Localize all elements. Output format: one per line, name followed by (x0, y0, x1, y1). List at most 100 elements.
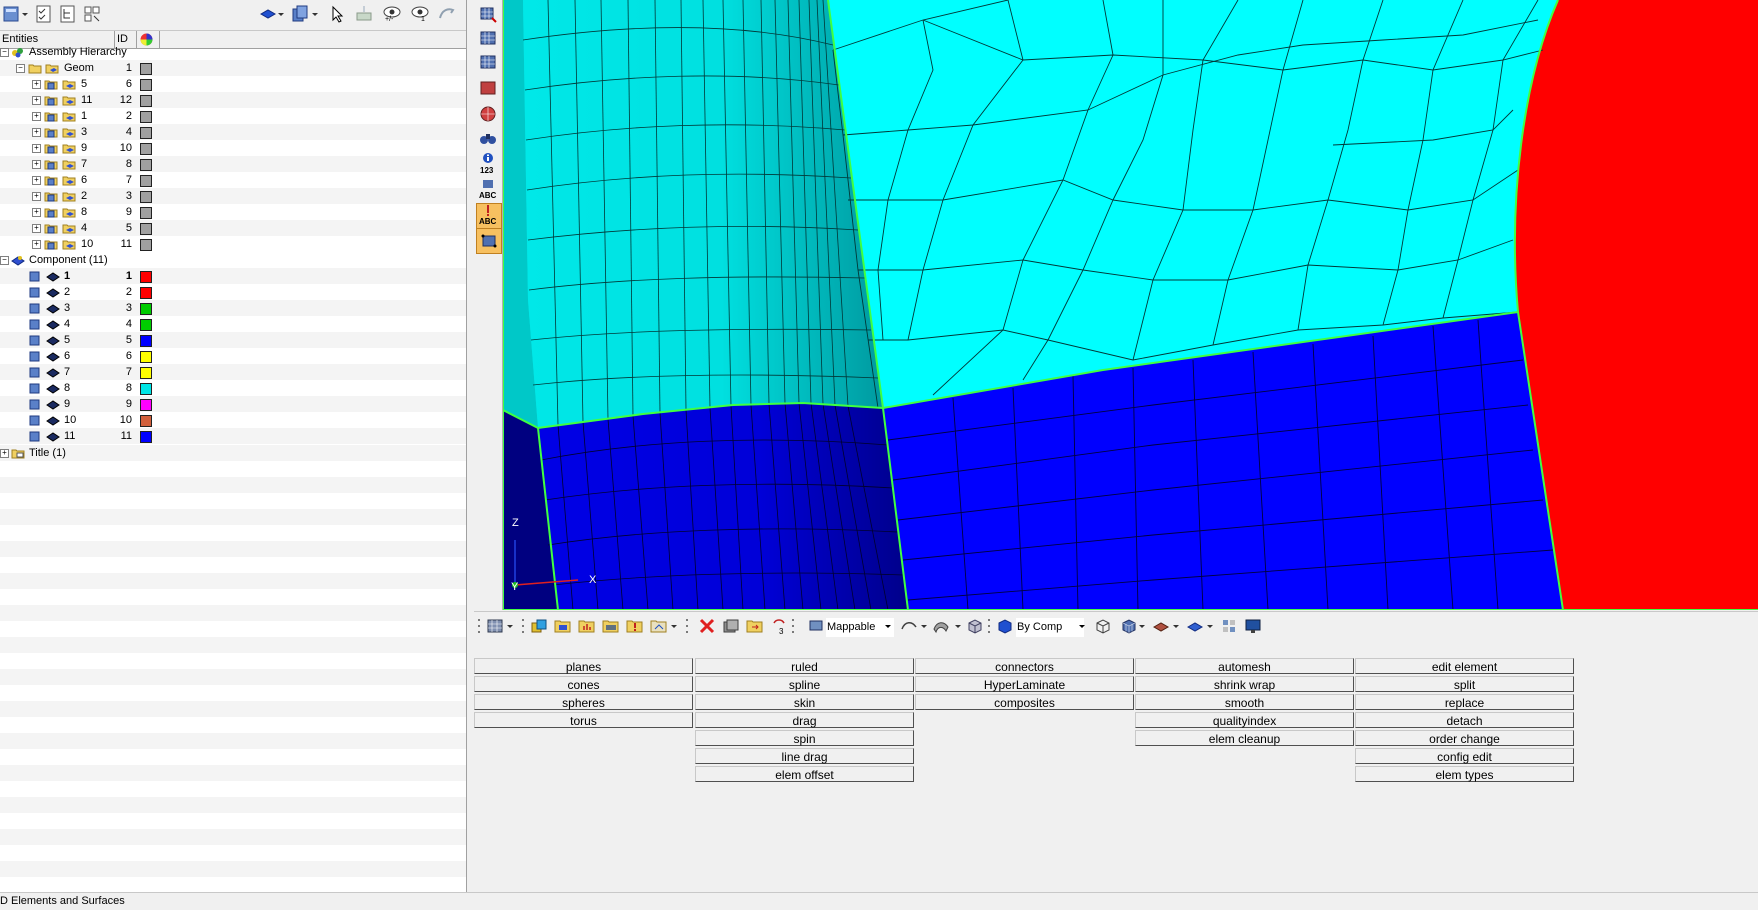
tree-row-geom-child[interactable]: +1 2 (0, 108, 466, 124)
menu-button-smooth[interactable]: smooth (1135, 694, 1354, 710)
color-swatch[interactable] (140, 383, 152, 395)
folder-axis-icon[interactable] (650, 617, 668, 635)
expand-toggle[interactable]: + (32, 176, 41, 185)
tree-row-component-item[interactable]: 11 (0, 268, 466, 284)
color-swatch[interactable] (140, 63, 152, 75)
mesh-grid-icon[interactable] (486, 617, 504, 635)
tree-row-geom-child[interactable]: +6 7 (0, 172, 466, 188)
collapse-toggle[interactable]: − (0, 256, 9, 265)
chevron-down-icon[interactable] (954, 617, 962, 635)
color-swatch[interactable] (140, 303, 152, 315)
assembly-icon[interactable] (290, 4, 310, 24)
menu-button-connectors[interactable]: connectors (915, 658, 1134, 674)
menu-button-hyperlaminate[interactable]: HyperLaminate (915, 676, 1134, 692)
tree-row-title[interactable]: + Title (1) (0, 445, 466, 461)
menu-button-edit-element[interactable]: edit element (1355, 658, 1574, 674)
expand-toggle[interactable]: + (32, 240, 41, 249)
tree-row-component-item[interactable]: 99 (0, 396, 466, 412)
tree-row-geom-child[interactable]: +10 11 (0, 236, 466, 252)
color-swatch[interactable] (140, 367, 152, 379)
color-swatch[interactable] (140, 399, 152, 411)
expand-tree-icon[interactable] (82, 4, 102, 24)
folder-warning-icon[interactable] (626, 617, 644, 635)
split-view-icon[interactable] (1220, 617, 1238, 635)
menu-button-detach[interactable]: detach (1355, 712, 1574, 728)
abc-toggle-button[interactable]: ABC (476, 203, 502, 229)
collapse-toggle[interactable]: − (16, 64, 25, 73)
menu-button-qualityindex[interactable]: qualityindex (1135, 712, 1354, 728)
tree-row-component-item[interactable]: 55 (0, 332, 466, 348)
tree-row-component-item[interactable]: 44 (0, 316, 466, 332)
color-swatch[interactable] (140, 431, 152, 443)
line-shape-icon[interactable] (900, 617, 918, 635)
menu-button-spin[interactable]: spin (695, 730, 914, 746)
chevron-down-icon[interactable] (1078, 617, 1086, 635)
chevron-down-icon[interactable] (1206, 617, 1214, 635)
shaded-view-icon[interactable] (478, 104, 498, 124)
delete-icon[interactable] (698, 617, 716, 635)
collapse-toggle[interactable]: − (0, 48, 9, 57)
element-view-icon[interactable] (478, 78, 498, 98)
menu-button-drag[interactable]: drag (695, 712, 914, 728)
menu-button-elem-types[interactable]: elem types (1355, 766, 1574, 782)
menu-button-elem-offset[interactable]: elem offset (695, 766, 914, 782)
menu-button-composites[interactable]: composites (915, 694, 1134, 710)
expand-toggle[interactable]: + (32, 224, 41, 233)
tree-row-geom-child[interactable]: +7 8 (0, 156, 466, 172)
tree-row-component-item[interactable]: 66 (0, 348, 466, 364)
tree-row-component-item[interactable]: 33 (0, 300, 466, 316)
expand-toggle[interactable]: + (32, 192, 41, 201)
menu-button-spheres[interactable]: spheres (474, 694, 693, 710)
mesh-canvas[interactable]: Z X Y (503, 0, 1758, 610)
components-icon[interactable] (530, 617, 548, 635)
expand-toggle[interactable]: + (32, 96, 41, 105)
tree-row-geom-child[interactable]: +4 5 (0, 220, 466, 236)
chevron-down-icon[interactable] (506, 617, 514, 635)
color-swatch[interactable] (140, 127, 152, 139)
color-swatch[interactable] (140, 207, 152, 219)
menu-button-planes[interactable]: planes (474, 658, 693, 674)
chevron-down-icon[interactable] (276, 4, 286, 24)
menu-button-automesh[interactable]: automesh (1135, 658, 1354, 674)
menu-button-cones[interactable]: cones (474, 676, 693, 692)
menu-button-replace[interactable]: replace (1355, 694, 1574, 710)
surface-plate-icon[interactable] (1186, 617, 1204, 635)
tree-row-geom-child[interactable]: +8 9 (0, 204, 466, 220)
surface-shape-icon[interactable] (932, 617, 950, 635)
tree-row-geom-child[interactable]: +11 12 (0, 92, 466, 108)
expand-toggle[interactable]: + (32, 208, 41, 217)
chevron-down-icon[interactable] (1172, 617, 1180, 635)
tree-row-geom-child[interactable]: +5 6 (0, 76, 466, 92)
menu-button-shrink-wrap[interactable]: shrink wrap (1135, 676, 1354, 692)
expand-toggle[interactable]: + (0, 449, 9, 458)
monitor-icon[interactable] (1244, 617, 1262, 635)
menu-button-ruled[interactable]: ruled (695, 658, 914, 674)
chevron-down-icon[interactable] (884, 617, 892, 635)
folder-stats-icon[interactable] (578, 617, 596, 635)
info-icon[interactable] (478, 152, 498, 164)
menu-button-elem-cleanup[interactable]: elem cleanup (1135, 730, 1354, 746)
color-swatch[interactable] (140, 351, 152, 363)
color-swatch[interactable] (140, 143, 152, 155)
show-one-eye-icon[interactable] (410, 4, 430, 24)
menu-button-torus[interactable]: torus (474, 712, 693, 728)
tree-row-geom[interactable]: − Geom 1 (0, 60, 466, 76)
checklist-icon[interactable] (34, 4, 54, 24)
component-icon[interactable] (258, 4, 278, 24)
expand-toggle[interactable]: + (32, 80, 41, 89)
plate-icon[interactable] (1152, 617, 1170, 635)
menu-button-spline[interactable]: spline (695, 676, 914, 692)
cursor-icon[interactable] (328, 4, 348, 24)
tree-row-component-item[interactable]: 11 11 (0, 428, 466, 444)
chevron-down-icon[interactable] (1138, 617, 1146, 635)
menu-button-order-change[interactable]: order change (1355, 730, 1574, 746)
chevron-down-icon[interactable] (310, 4, 320, 24)
mesh-view-icon[interactable] (478, 4, 498, 24)
color-swatch[interactable] (140, 287, 152, 299)
hierarchy-icon[interactable] (58, 4, 78, 24)
color-swatch[interactable] (140, 319, 152, 331)
graphics-viewport[interactable]: Z X Y (503, 0, 1758, 610)
color-swatch[interactable] (140, 223, 152, 235)
tree-row-assembly[interactable]: − Assembly Hierarchy (0, 44, 466, 60)
expand-toggle[interactable]: + (32, 160, 41, 169)
